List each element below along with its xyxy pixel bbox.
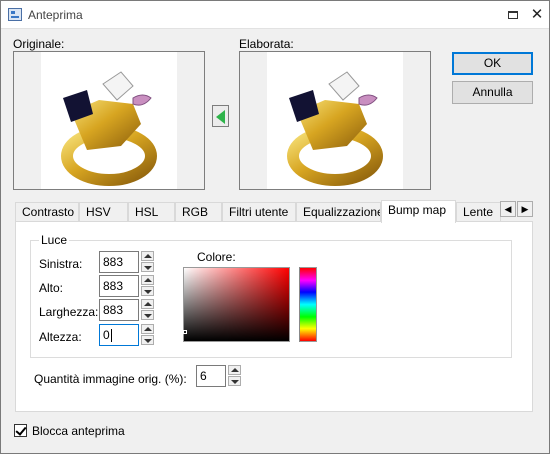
left-spin-up-button[interactable] bbox=[141, 251, 154, 261]
tab-rgb[interactable]: RGB bbox=[175, 202, 222, 222]
bump-map-panel: Luce Sinistra: 883 Alto: 883 Larghezza: … bbox=[15, 221, 533, 412]
lock-preview-checkbox[interactable] bbox=[14, 424, 27, 437]
app-preview-icon bbox=[8, 8, 22, 21]
left-spinner: 883 bbox=[99, 251, 155, 273]
arrow-left-icon bbox=[216, 110, 225, 124]
processed-image bbox=[267, 52, 403, 189]
width-input[interactable]: 883 bbox=[99, 299, 139, 321]
chevron-right-icon: ▶ bbox=[521, 204, 529, 214]
orig-amount-label: Quantità immagine orig. (%): bbox=[34, 372, 187, 386]
original-label: Originale: bbox=[13, 37, 65, 51]
apply-to-original-button[interactable] bbox=[212, 105, 229, 127]
tab-hsl[interactable]: HSL bbox=[128, 202, 175, 222]
width-spin-up-button[interactable] bbox=[141, 299, 154, 309]
close-button[interactable]: ✕ bbox=[527, 5, 547, 25]
color-label: Colore: bbox=[197, 250, 236, 264]
top-label: Alto: bbox=[39, 281, 64, 295]
restore-button[interactable] bbox=[503, 5, 523, 25]
cancel-button[interactable]: Annulla bbox=[452, 81, 533, 104]
processed-label: Elaborata: bbox=[239, 37, 294, 51]
top-spin-up-button[interactable] bbox=[141, 275, 154, 285]
tab-scroll-right-button[interactable]: ▶ bbox=[517, 201, 533, 217]
left-label: Sinistra: bbox=[39, 257, 83, 271]
processed-image-panel bbox=[239, 51, 431, 190]
title-bar: Anteprima ✕ bbox=[1, 1, 549, 29]
restore-icon bbox=[508, 11, 518, 19]
tab-strip: Contrasto HSV HSL RGB Filtri utente Equa… bbox=[15, 200, 537, 223]
left-input[interactable]: 883 bbox=[99, 251, 139, 273]
chevron-left-icon: ◀ bbox=[504, 204, 512, 214]
tab-contrasto[interactable]: Contrasto bbox=[15, 202, 79, 222]
left-spin-down-button[interactable] bbox=[141, 262, 154, 272]
orig-amount-spinner: 6 bbox=[196, 365, 252, 387]
color-cursor[interactable] bbox=[183, 330, 187, 334]
ring-image-processed bbox=[287, 71, 383, 186]
width-label: Larghezza: bbox=[39, 305, 99, 319]
tab-filtri-utente[interactable]: Filtri utente bbox=[222, 202, 296, 222]
hue-slider-thumb[interactable] bbox=[295, 267, 300, 342]
tab-equalizzazione[interactable]: Equalizzazione bbox=[296, 202, 381, 222]
top-spin-down-button[interactable] bbox=[141, 286, 154, 296]
text-caret bbox=[110, 329, 112, 343]
tab-hsv[interactable]: HSV bbox=[79, 202, 128, 222]
original-image-panel bbox=[13, 51, 205, 190]
ok-button[interactable]: OK bbox=[452, 52, 533, 75]
window-title: Anteprima bbox=[28, 8, 83, 22]
height-spin-down-button[interactable] bbox=[141, 335, 154, 345]
height-input[interactable]: 0 bbox=[99, 324, 139, 346]
hue-slider-bar[interactable] bbox=[295, 267, 317, 342]
tab-bump-map[interactable]: Bump map bbox=[381, 200, 456, 223]
orig-amount-spin-down-button[interactable] bbox=[228, 376, 241, 386]
height-label: Altezza: bbox=[39, 330, 82, 344]
ring-image bbox=[61, 71, 157, 186]
height-spinner: 0 bbox=[99, 324, 155, 346]
orig-amount-spin-up-button[interactable] bbox=[228, 365, 241, 375]
height-spin-up-button[interactable] bbox=[141, 324, 154, 334]
color-saturation-picker[interactable] bbox=[183, 267, 290, 342]
orig-amount-input[interactable]: 6 bbox=[196, 365, 226, 387]
tab-scroll-left-button[interactable]: ◀ bbox=[500, 201, 516, 217]
top-spinner: 883 bbox=[99, 275, 155, 297]
close-icon: ✕ bbox=[530, 6, 544, 23]
width-spin-down-button[interactable] bbox=[141, 310, 154, 320]
preview-dialog: Anteprima ✕ Originale: Elaborata: OK Ann… bbox=[0, 0, 550, 454]
original-image bbox=[41, 52, 177, 189]
light-group-title: Luce bbox=[39, 233, 70, 247]
width-spinner: 883 bbox=[99, 299, 155, 321]
top-input[interactable]: 883 bbox=[99, 275, 139, 297]
lock-preview-label[interactable]: Blocca anteprima bbox=[32, 424, 125, 438]
tab-lente[interactable]: Lente bbox=[456, 202, 501, 222]
height-value: 0 bbox=[103, 328, 110, 342]
